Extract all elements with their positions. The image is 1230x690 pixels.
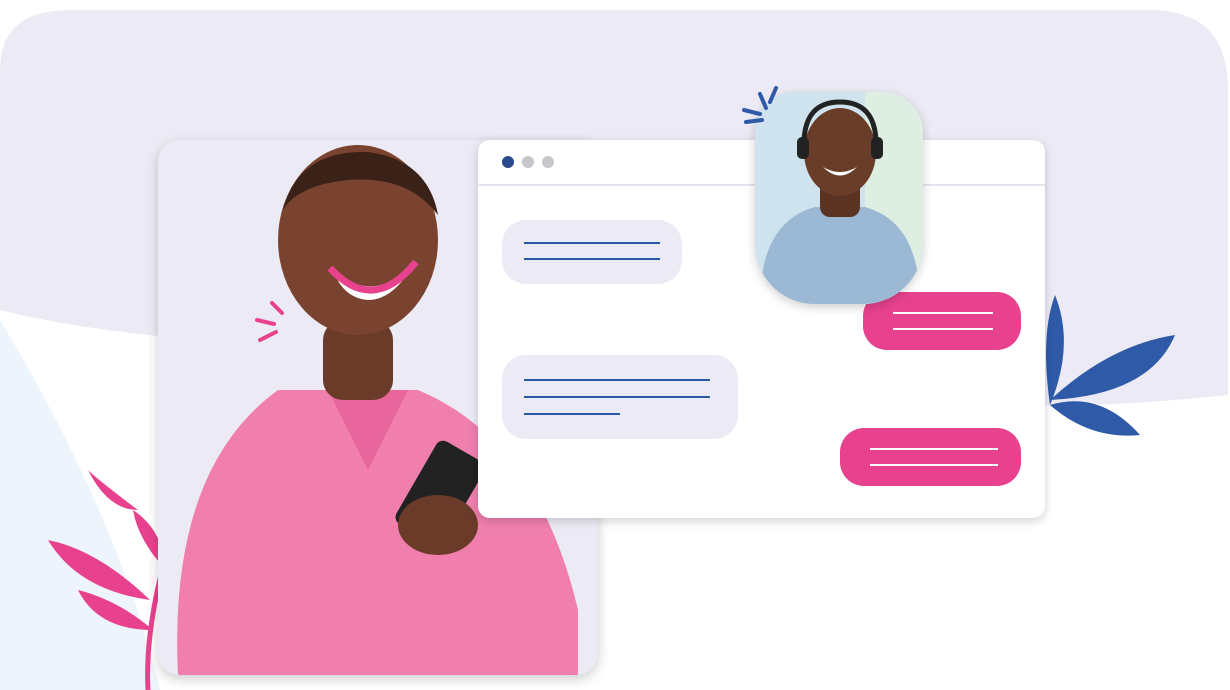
message-text-line (524, 258, 660, 260)
message-text-line (893, 328, 993, 330)
window-dot-primary (502, 156, 514, 168)
message-text-line (524, 413, 620, 415)
incoming-message-bubble (502, 220, 682, 284)
incoming-message-bubble (502, 355, 738, 439)
window-dot (522, 156, 534, 168)
message-text-line (870, 464, 998, 466)
outgoing-message-bubble (863, 292, 1021, 350)
blue-leaf-icon (1046, 295, 1175, 436)
outgoing-message-bubble (840, 428, 1021, 486)
message-text-line (870, 448, 998, 450)
window-dot (542, 156, 554, 168)
message-text-line (524, 242, 660, 244)
illustration-scene (0, 0, 1230, 690)
pink-spark-icon (255, 301, 284, 342)
message-text-line (893, 312, 993, 314)
message-text-line (524, 379, 710, 381)
blue-spark-icon (742, 86, 778, 124)
message-text-line (524, 396, 710, 398)
